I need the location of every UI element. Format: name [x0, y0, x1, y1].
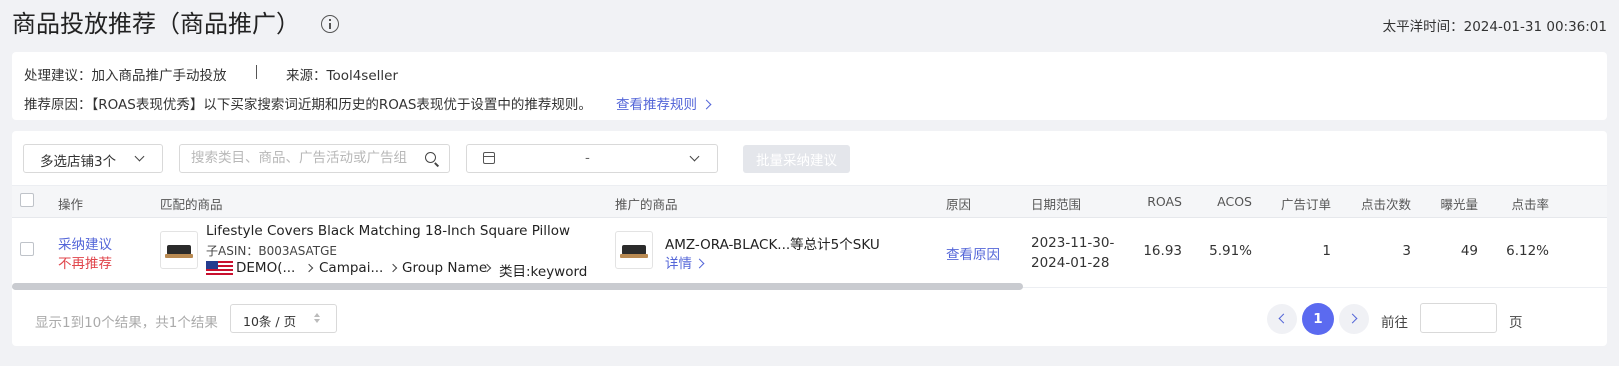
view-rules-link[interactable]: 查看推荐规则 [616, 93, 712, 113]
advertised-sku: AMZ-ORA-BLACK...等总计5个SKU [665, 237, 880, 253]
date-end: 2024-01-28 [1031, 255, 1110, 271]
category-keyword: 类目:keyword [499, 264, 588, 280]
batch-accept-button[interactable]: 批量采纳建议 [743, 145, 850, 173]
date-separator: - [585, 150, 590, 166]
goto-label: 前往 [1381, 315, 1408, 331]
ctr-value: 6.12% [1506, 243, 1549, 259]
search-input[interactable] [191, 150, 417, 166]
view-rules-label: 查看推荐规则 [616, 97, 697, 113]
col-date-range: 日期范围 [1031, 197, 1082, 212]
view-reason-link[interactable]: 查看原因 [946, 243, 1000, 263]
product-title[interactable]: Lifestyle Covers Black Matching 18-Inch … [206, 223, 570, 239]
product-asin: 子ASIN：B003ASATGE [206, 242, 337, 259]
action-label: 处理建议： [24, 68, 92, 84]
row-checkbox[interactable] [20, 242, 34, 256]
col-ad-orders: 广告订单 [1280, 197, 1331, 212]
us-flag-icon [206, 261, 233, 276]
acos-value: 5.91% [1209, 243, 1252, 259]
shop-select-label: 多选店铺3个 [40, 154, 117, 170]
result-summary: 显示1到10个结果，共1个结果 [35, 315, 218, 331]
select-all-checkbox[interactable] [20, 193, 34, 207]
reject-recommendation-link[interactable]: 不再推荐 [58, 252, 112, 272]
detail-label: 详情 [665, 256, 692, 272]
suggestion-reason: 推荐原因：【ROAS表现优秀】以下买家搜索词近期和历史的ROAS表现优于设置中的… [24, 93, 592, 113]
prev-page-button[interactable] [1267, 304, 1297, 334]
accept-suggestion-link[interactable]: 采纳建议 [58, 233, 112, 253]
col-impressions: 曝光量 [1440, 197, 1478, 212]
detail-link[interactable]: 详情 [665, 252, 705, 272]
goto-page-input[interactable] [1420, 303, 1497, 333]
divider [256, 65, 257, 79]
page-title: 商品投放推荐（商品推广） [12, 10, 300, 38]
roas-value: 16.93 [1143, 243, 1182, 259]
ad-orders-value: 1 [1322, 243, 1331, 259]
campaign-name: Campai... [319, 260, 384, 276]
info-icon[interactable] [321, 15, 339, 33]
advertised-product-thumbnail[interactable] [615, 231, 653, 269]
col-action: 操作 [58, 197, 84, 212]
col-matched-product: 匹配的商品 [160, 197, 223, 212]
horizontal-scrollbar[interactable] [12, 283, 1023, 290]
reason-label: 推荐原因： [24, 97, 92, 113]
col-clicks: 点击次数 [1360, 197, 1411, 212]
date-range-picker[interactable] [466, 144, 718, 173]
clicks-value: 3 [1402, 243, 1411, 259]
chevron-left-icon [1278, 313, 1289, 324]
shop-name: DEMO(... [236, 260, 296, 276]
col-reason: 原因 [946, 197, 972, 212]
chevron-right-icon [701, 99, 712, 110]
suggestion-action: 处理建议：加入商品推广手动投放 [24, 64, 227, 84]
product-thumbnail[interactable] [160, 231, 198, 269]
chevron-right-icon [1347, 313, 1358, 324]
time-label: 太平洋时间： [1382, 19, 1464, 35]
caret-down-icon [314, 319, 320, 323]
calendar-icon [483, 152, 495, 164]
search-icon[interactable] [425, 152, 436, 163]
action-value: 加入商品推广手动投放 [91, 68, 227, 84]
page-size-label: 10条 / 页 [243, 314, 297, 329]
page-unit-label: 页 [1509, 315, 1523, 331]
suggestion-source: 来源：Tool4seller [286, 64, 398, 84]
date-start: 2023-11-30- [1031, 235, 1115, 251]
col-advertised-product: 推广的商品 [615, 197, 678, 212]
page-1-button[interactable]: 1 [1302, 303, 1334, 335]
date-range-cell: 2023-11-30- 2024-01-28 [1031, 233, 1114, 273]
col-ctr: 点击率 [1511, 197, 1549, 212]
next-page-button[interactable] [1339, 304, 1369, 334]
col-roas: ROAS [1147, 194, 1182, 209]
col-acos: ACOS [1217, 194, 1252, 209]
source-label: 来源： [286, 68, 327, 84]
chevron-right-icon [694, 258, 705, 269]
impressions-value: 49 [1460, 243, 1478, 259]
source-value: Tool4seller [326, 68, 399, 84]
ad-group-name: Group Name [402, 260, 488, 276]
pacific-time: 太平洋时间：2024-01-31 00:36:01 [1383, 15, 1607, 35]
caret-up-icon [314, 313, 320, 317]
reason-value: 【ROAS表现优秀】以下买家搜索词近期和历史的ROAS表现优于设置中的推荐规则。 [91, 97, 592, 113]
asin-value: B003ASATGE [258, 244, 338, 258]
asin-label: 子ASIN： [206, 244, 259, 258]
time-value: 2024-01-31 00:36:01 [1463, 19, 1607, 35]
